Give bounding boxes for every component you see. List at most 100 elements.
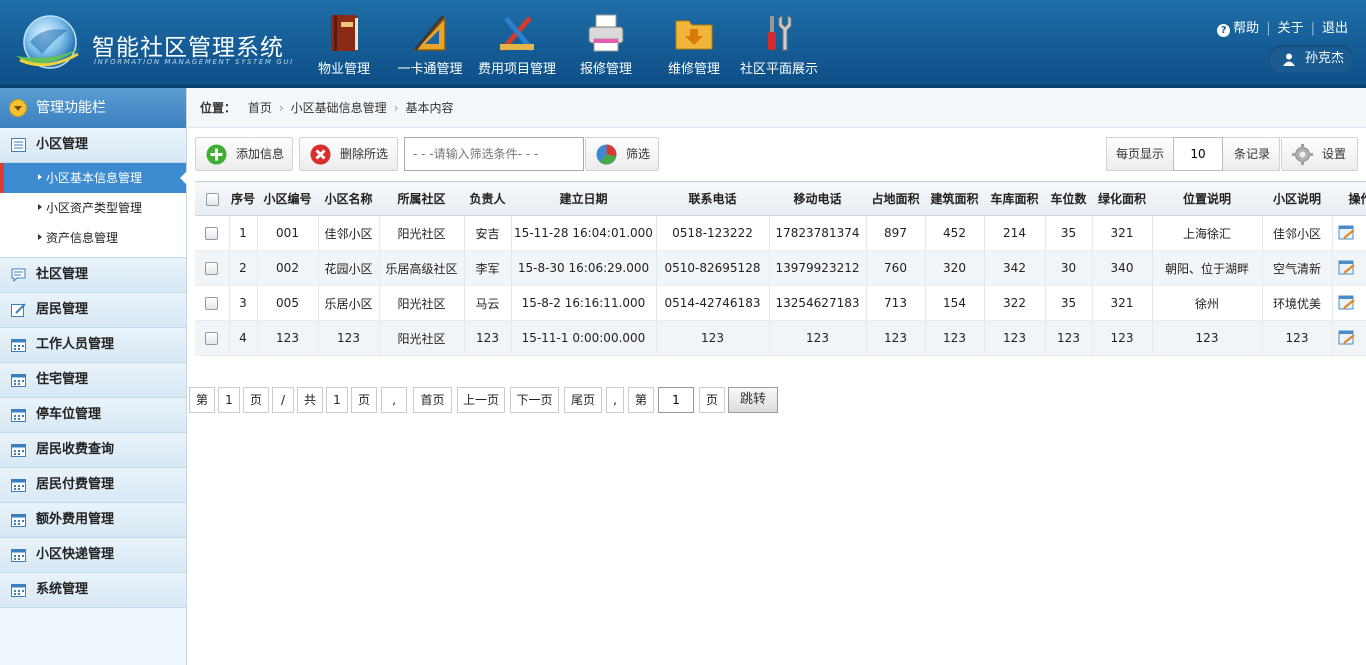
- first-page-button[interactable]: 首页: [413, 387, 452, 413]
- page-size-input[interactable]: [1173, 137, 1223, 171]
- nav-community-plan-display[interactable]: 社区平面展示: [735, 8, 823, 84]
- table-cell: 马云: [464, 285, 512, 321]
- tools-icon: [768, 15, 792, 51]
- nav-fee-project-management[interactable]: 费用项目管理: [473, 8, 561, 84]
- breadcrumb-home[interactable]: 首页: [248, 101, 272, 115]
- table-cell: 15-8-2 16:16:11.000: [511, 285, 657, 321]
- logout-link[interactable]: 退出: [1322, 21, 1348, 36]
- calendar-icon: [11, 444, 26, 457]
- col-header: 位置说明: [1152, 181, 1262, 216]
- chevron-right-icon: ›: [393, 101, 399, 115]
- table-cell: 1: [229, 215, 258, 251]
- pager-text: 页: [243, 387, 269, 413]
- row-select-cell[interactable]: [195, 215, 230, 251]
- delete-selected-button[interactable]: 删除所选: [299, 137, 398, 171]
- sidebar-group-payment[interactable]: 居民付费管理: [0, 468, 186, 503]
- nav-maintenance-management[interactable]: 维修管理: [655, 8, 733, 84]
- table-cell: 佳邻小区: [1262, 215, 1333, 251]
- sidebar-group-staff[interactable]: 工作人员管理: [0, 328, 186, 363]
- sidebar-group-community-area[interactable]: 小区管理: [0, 128, 186, 163]
- edit-icon[interactable]: [1338, 330, 1356, 346]
- table-cell: 320: [925, 250, 985, 286]
- filter-input[interactable]: [404, 137, 584, 171]
- table-cell: 0514-42746183: [656, 285, 770, 321]
- sidebar-group-community[interactable]: 社区管理: [0, 258, 186, 293]
- sidebar-group-express[interactable]: 小区快递管理: [0, 538, 186, 573]
- top-links: ? 帮助 | 关于 | 退出: [1217, 17, 1348, 37]
- sidebar-item-asset-type[interactable]: 小区资产类型管理: [0, 193, 186, 223]
- plus-icon: [206, 144, 227, 165]
- table-cell: 001: [257, 215, 319, 251]
- help-link[interactable]: ? 帮助: [1217, 21, 1259, 37]
- calendar-icon: [11, 549, 26, 562]
- folder-download-icon: [675, 20, 713, 50]
- chevron-right-icon: ›: [278, 101, 284, 115]
- user-badge[interactable]: 孙克杰: [1268, 45, 1354, 73]
- table-cell: 123: [1045, 320, 1093, 356]
- goto-page-input[interactable]: [658, 387, 694, 413]
- table-cell: 0510-82695128: [656, 250, 770, 286]
- select-all-checkbox[interactable]: [205, 192, 219, 206]
- row-actions: [1332, 320, 1366, 356]
- goto-page-button[interactable]: 跳转: [728, 387, 778, 413]
- sidebar-group-system[interactable]: 系统管理: [0, 573, 186, 608]
- calendar-icon: [11, 409, 26, 422]
- calendar-icon: [11, 479, 26, 492]
- sidebar-group-parking[interactable]: 停车位管理: [0, 398, 186, 433]
- table-cell: 朝阳、位于湖畔: [1152, 250, 1263, 286]
- sidebar-item-basic-info[interactable]: 小区基本信息管理: [0, 163, 187, 193]
- row-select-cell[interactable]: [195, 250, 230, 286]
- select-all-cell[interactable]: [195, 181, 229, 216]
- col-header: 车位数: [1045, 181, 1092, 216]
- sidebar-group-resident[interactable]: 居民管理: [0, 293, 186, 328]
- row-actions: [1332, 285, 1366, 321]
- pager-text: ,: [606, 387, 624, 413]
- table-cell: 123: [866, 320, 926, 356]
- table-cell: 0518-123222: [656, 215, 770, 251]
- sidebar-group-extra-fee[interactable]: 额外费用管理: [0, 503, 186, 538]
- col-header: 联系电话: [656, 181, 769, 216]
- table-cell: 123: [257, 320, 319, 356]
- table-cell: 17823781374: [769, 215, 867, 251]
- table-row: 4 123 123 阳光社区 123 15-11-1 0:00:00.000 123 123 1…: [195, 320, 1366, 356]
- prev-page-button[interactable]: 上一页: [457, 387, 505, 413]
- col-header: 小区编号: [257, 181, 318, 216]
- about-link[interactable]: 关于: [1278, 21, 1304, 36]
- sidebar-group-fee-query[interactable]: 居民收费查询: [0, 433, 186, 468]
- sidebar-group-housing[interactable]: 住宅管理: [0, 363, 186, 398]
- pager-text: 页: [699, 387, 725, 413]
- filter-button[interactable]: 筛选: [585, 137, 659, 171]
- row-checkbox[interactable]: [205, 332, 219, 345]
- collapse-toggle-icon[interactable]: [9, 99, 27, 117]
- main-content: 位置： 首页›小区基础信息管理›基本内容 添加信息 删除所选 筛选 每页显示 条…: [188, 88, 1366, 665]
- row-checkbox[interactable]: [205, 262, 219, 275]
- row-select-cell[interactable]: [195, 320, 230, 356]
- total-pages: 1: [326, 387, 348, 413]
- row-checkbox[interactable]: [205, 297, 219, 310]
- edit-icon[interactable]: [1338, 295, 1356, 311]
- user-name: 孙克杰: [1304, 51, 1344, 66]
- row-actions: [1332, 215, 1366, 251]
- pager-text: 第: [189, 387, 215, 413]
- row-select-cell[interactable]: [195, 285, 230, 321]
- row-checkbox[interactable]: [205, 227, 219, 240]
- nav-repair-report-management[interactable]: 报修管理: [567, 8, 645, 84]
- nav-property-management[interactable]: 物业管理: [305, 8, 383, 84]
- globe-logo-icon: [16, 15, 80, 69]
- app-title: 智能社区管理系统: [92, 35, 284, 61]
- app-subtitle: INFORMATION MANAGEMENT SYSTEM GUI: [94, 58, 294, 66]
- breadcrumb-community-info[interactable]: 小区基础信息管理: [291, 101, 387, 115]
- add-info-button[interactable]: 添加信息: [195, 137, 293, 171]
- gear-icon: [1292, 144, 1313, 165]
- table-cell: 15-8-30 16:06:29.000: [511, 250, 657, 286]
- calendar-icon: [11, 584, 26, 597]
- last-page-button[interactable]: 尾页: [564, 387, 602, 413]
- edit-icon[interactable]: [1338, 225, 1356, 241]
- edit-icon[interactable]: [1338, 260, 1356, 276]
- nav-card-management[interactable]: 一卡通管理: [391, 8, 469, 84]
- next-page-button[interactable]: 下一页: [510, 387, 559, 413]
- settings-button[interactable]: 设置: [1281, 137, 1358, 171]
- table-cell: 30: [1045, 250, 1093, 286]
- table-cell: 340: [1092, 250, 1153, 286]
- sidebar-item-asset-info[interactable]: 资产信息管理: [0, 223, 186, 253]
